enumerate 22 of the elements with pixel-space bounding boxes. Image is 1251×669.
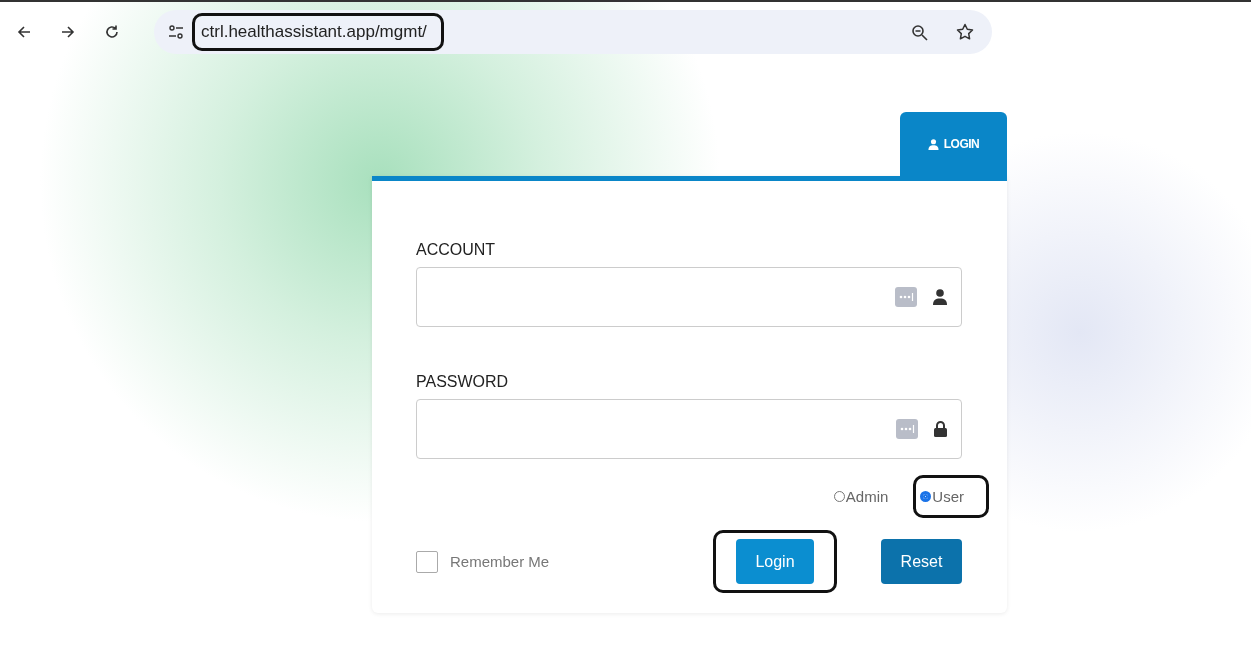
user-icon — [927, 138, 939, 150]
remember-label: Remember Me — [450, 553, 550, 570]
back-icon[interactable] — [16, 24, 32, 40]
site-settings-icon[interactable] — [168, 24, 184, 40]
login-button[interactable]: Login — [736, 539, 814, 584]
field-label: PASSWORD — [416, 373, 510, 391]
account-field[interactable] — [416, 267, 962, 327]
role-radio[interactable]: Admin — [833, 488, 889, 505]
star-icon[interactable] — [956, 23, 974, 41]
field-label: ACCOUNT — [416, 241, 497, 259]
address-bar[interactable]: ctrl.healthassistant.app/mgmt/ — [154, 10, 992, 54]
zoom-out-icon[interactable] — [911, 23, 928, 41]
login-tab[interactable]: LOGIN — [900, 112, 1007, 176]
url-text: ctrl.healthassistant.app/mgmt/ — [201, 22, 427, 42]
reload-icon[interactable] — [104, 24, 120, 40]
role-radio[interactable]: User — [920, 488, 964, 505]
reset-button[interactable]: Reset — [881, 539, 962, 584]
user-icon — [933, 289, 947, 305]
forward-icon[interactable] — [60, 24, 76, 40]
lock-icon — [934, 421, 947, 437]
remember-checkbox[interactable] — [416, 550, 438, 573]
password-field[interactable] — [416, 399, 962, 459]
